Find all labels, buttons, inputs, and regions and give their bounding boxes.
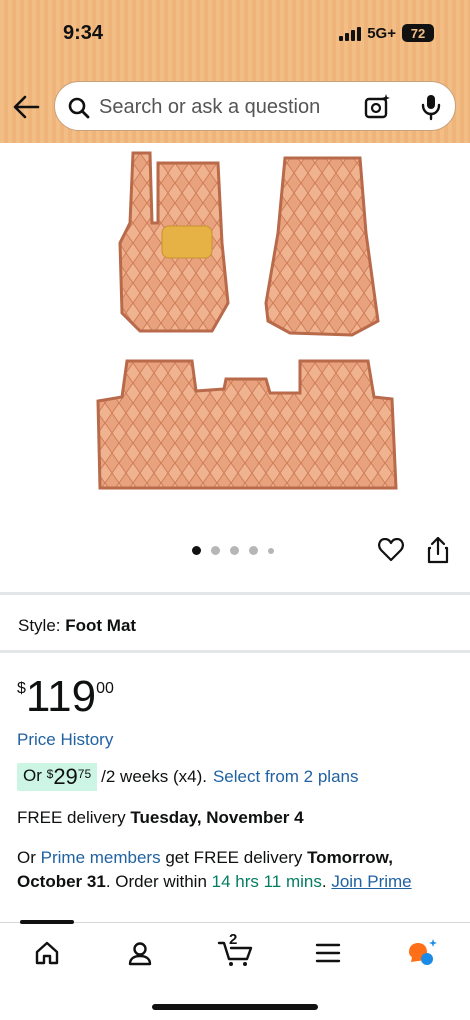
- search-icon: [68, 97, 90, 119]
- price-history-link[interactable]: Price History: [17, 730, 113, 750]
- status-indicators: 5G+ 72: [339, 24, 434, 42]
- tab-home[interactable]: [27, 937, 67, 969]
- image-carousel-dots[interactable]: [192, 546, 274, 555]
- tab-rufus[interactable]: [402, 937, 442, 969]
- installment-whole: 29: [53, 764, 78, 789]
- heart-icon[interactable]: [378, 538, 404, 562]
- carousel-dot[interactable]: [230, 546, 239, 555]
- divider: [0, 592, 470, 595]
- product-price: $ 119 00: [17, 674, 114, 720]
- installment-chip: Or $ 29 75: [17, 763, 98, 791]
- tab-menu[interactable]: [308, 937, 348, 969]
- price-symbol: $: [17, 680, 26, 697]
- front-right-mat: [264, 156, 380, 337]
- delivery-date: Tuesday, November 4: [130, 808, 304, 827]
- style-value: Foot Mat: [65, 616, 137, 635]
- prime-members-link[interactable]: Prime members: [41, 848, 161, 867]
- carousel-dot[interactable]: [268, 547, 274, 554]
- installment-plan: Or $ 29 75 /2 weeks (x4). Select from 2 …: [17, 762, 358, 792]
- active-tab-indicator: [20, 920, 74, 924]
- delivery-info: FREE delivery Tuesday, November 4: [17, 808, 304, 828]
- tab-cart[interactable]: 2: [215, 931, 255, 969]
- delivery-prefix: FREE delivery: [17, 808, 126, 827]
- front-left-mat: [118, 151, 230, 333]
- carousel-dot[interactable]: [249, 546, 258, 555]
- select-plans-link[interactable]: Select from 2 plans: [213, 767, 359, 787]
- network-type: 5G+: [367, 24, 396, 42]
- search-input[interactable]: [99, 96, 359, 119]
- battery-icon: 72: [402, 24, 434, 42]
- product-image[interactable]: [0, 143, 470, 523]
- menu-icon: [315, 943, 341, 963]
- divider: [0, 650, 470, 653]
- camera-scan-icon[interactable]: [363, 93, 391, 121]
- prime-or: Or: [17, 848, 36, 867]
- style-selector[interactable]: Style: Foot Mat: [18, 616, 136, 636]
- installment-terms: /2 weeks (x4).: [101, 767, 207, 786]
- home-indicator: [152, 1004, 318, 1010]
- style-label: Style:: [18, 616, 61, 635]
- chat-sparkle-icon: [409, 939, 437, 965]
- tab-account[interactable]: [120, 937, 160, 969]
- person-icon: [128, 942, 152, 966]
- price-whole: 119: [25, 672, 97, 721]
- signal-icon: [339, 25, 362, 41]
- installment-fraction: 75: [77, 767, 92, 781]
- carousel-dot[interactable]: [192, 546, 201, 555]
- cart-count-badge: 2: [229, 931, 238, 948]
- arrow-left-icon: [13, 95, 40, 119]
- share-icon[interactable]: [426, 536, 450, 564]
- rear-mat: [96, 359, 398, 490]
- microphone-icon[interactable]: [419, 93, 443, 121]
- carousel-dot[interactable]: [211, 546, 220, 555]
- join-prime-link[interactable]: Join Prime: [331, 872, 411, 891]
- app-header: 9:34 5G+ 72: [0, 0, 470, 143]
- search-bar[interactable]: [54, 81, 456, 131]
- installment-symbol: $: [46, 767, 54, 781]
- price-fraction: 00: [96, 680, 114, 697]
- prime-delivery-info: Or Prime members get FREE delivery Tomor…: [17, 848, 412, 891]
- home-icon: [35, 941, 59, 965]
- order-within: . Order within: [105, 871, 207, 891]
- status-time: 9:34: [63, 22, 104, 44]
- back-button[interactable]: [12, 94, 40, 120]
- installment-prefix: Or: [23, 766, 42, 785]
- countdown: 14 hrs 11 mins: [211, 871, 322, 891]
- prime-mid: get FREE delivery: [165, 848, 303, 867]
